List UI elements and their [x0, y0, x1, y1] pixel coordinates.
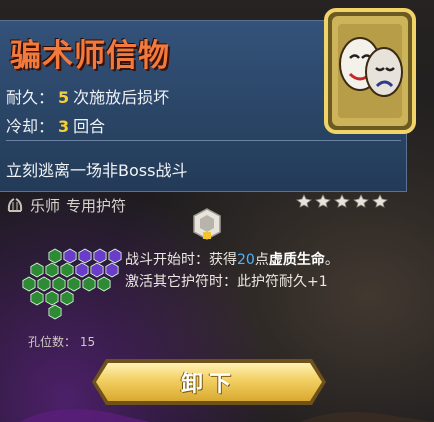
hole-cell [93, 248, 107, 264]
cooldown-suffix: 回合 [73, 117, 106, 136]
description-prefix: 战斗开始时：获得 [125, 252, 237, 268]
description-keyword[interactable]: 虚质生命 [269, 252, 325, 268]
hole-cell [90, 262, 104, 278]
hole-cell [82, 276, 96, 292]
description: 战斗开始时：获得20点虚质生命。 激活其它护符时：此护符耐久+1 [125, 249, 339, 293]
role-row: 乐师 专用护符 [6, 193, 126, 217]
description-line-1: 战斗开始时：获得20点虚质生命。 [125, 249, 339, 271]
hole-cell [45, 290, 59, 306]
description-value: 20 [237, 252, 255, 268]
hole-cell [97, 276, 111, 292]
role-class: 乐师 [30, 196, 61, 215]
description-line-2: 激活其它护符时：此护符耐久+1 [125, 274, 328, 290]
rarity-star-icon [372, 194, 388, 208]
cooldown-value: 3 [58, 117, 70, 136]
hole-cell [105, 262, 119, 278]
durability-row: 耐久： 5 次施放后损坏 [6, 84, 169, 108]
hole-cell [63, 248, 77, 264]
hole-cell [22, 276, 36, 292]
hole-cell [78, 248, 92, 264]
divider [6, 140, 401, 141]
description-mid: 点 [254, 252, 269, 268]
hole-count: 孔位数： 15 [28, 333, 95, 350]
role-type: 专用护符 [66, 196, 127, 215]
rarity-star-icon [353, 194, 369, 208]
hole-count-label: 孔位数： [28, 335, 77, 349]
cooldown-label: 冷却： [6, 117, 55, 136]
charm-type-icon [193, 208, 221, 240]
hole-cell [37, 276, 51, 292]
durability-label: 耐久： [6, 88, 55, 107]
rarity-star-icon [334, 194, 350, 208]
hole-cell [52, 276, 66, 292]
hole-cell [60, 262, 74, 278]
hole-cell [60, 290, 74, 306]
hole-cell [75, 262, 89, 278]
hole-cell [45, 262, 59, 278]
hole-cell [30, 290, 44, 306]
rarity-star-icon [296, 194, 312, 208]
rarity-stars [296, 194, 388, 208]
rarity-star-icon [315, 194, 331, 208]
durability-suffix: 次施放后损坏 [73, 88, 170, 107]
theater-masks-icon [324, 8, 416, 134]
durability-value: 5 [58, 88, 70, 107]
hole-grid-icon [22, 248, 122, 320]
hole-count-value: 15 [79, 335, 96, 349]
hole-cell [108, 248, 122, 264]
lyre-icon [7, 198, 23, 212]
hole-cell [48, 248, 62, 264]
description-end: 。 [324, 252, 339, 268]
effect-text: 立刻逃离一场非Boss战斗 [6, 161, 188, 180]
hole-cell [48, 304, 62, 320]
hole-cell [67, 276, 81, 292]
decorative-mask-icon [20, 408, 434, 422]
cooldown-row: 冷却： 3 回合 [6, 113, 105, 137]
hole-cell [30, 262, 44, 278]
item-title: 骗术师信物 [10, 38, 170, 74]
